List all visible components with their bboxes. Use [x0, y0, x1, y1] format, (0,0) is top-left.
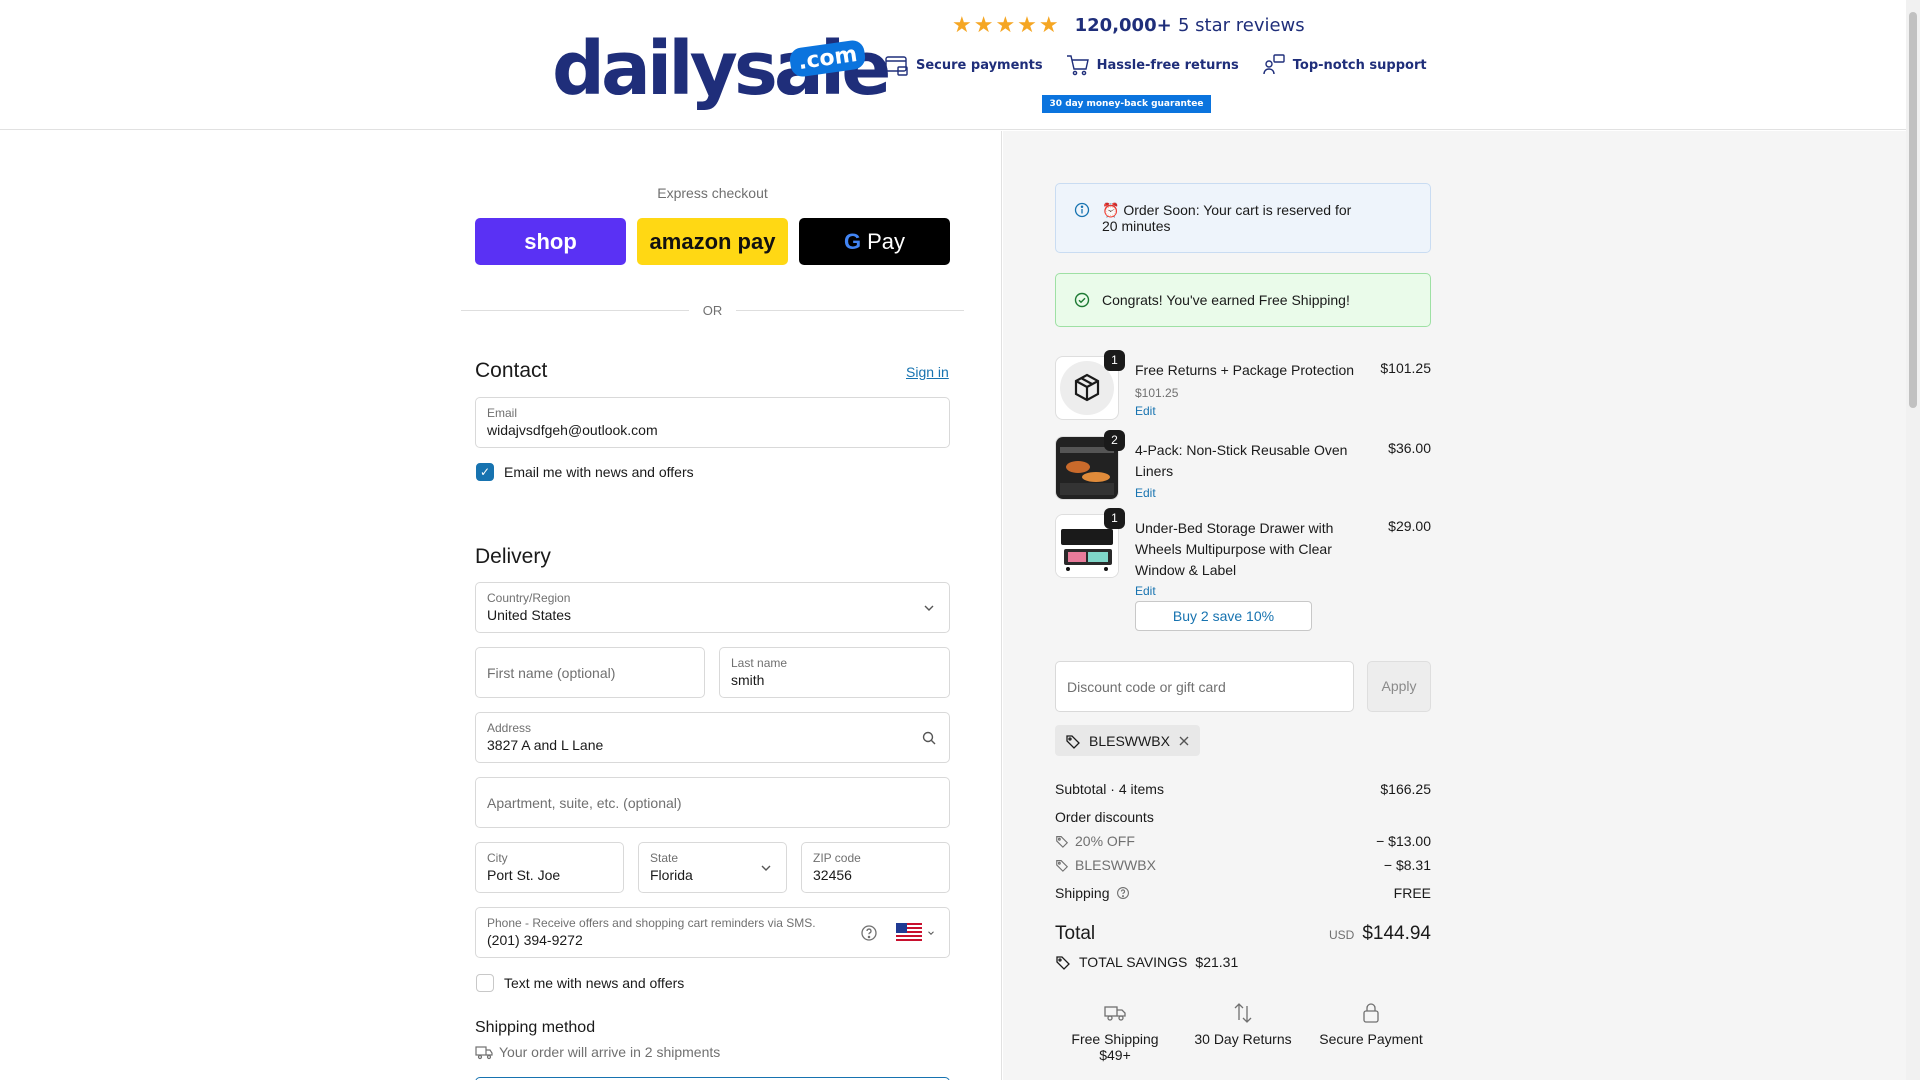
express-checkout-label: Express checkout [657, 185, 768, 201]
discount-row: BLESWWBX − $8.31 [1055, 857, 1431, 873]
tag-icon [1056, 860, 1069, 872]
trust-badges: Secure payments Hassle-free returns Top-… [884, 52, 1427, 78]
remove-discount-icon[interactable] [1178, 735, 1190, 747]
support-icon [1263, 54, 1285, 75]
country-code-select[interactable] [896, 923, 936, 943]
zip-field[interactable]: ZIP code 32456 [801, 842, 950, 893]
email-field[interactable]: Email widajvsdfgeh@outlook.com [475, 397, 950, 448]
phone-field[interactable]: Phone - Receive offers and shopping cart… [475, 907, 950, 958]
sms-news-checkbox-row[interactable]: Text me with news and offers [476, 974, 684, 992]
edit-item-link[interactable]: Edit [1135, 486, 1156, 500]
or-divider: OR [461, 303, 964, 318]
free-shipping-badge: Free Shipping $49+ [1055, 1001, 1175, 1063]
line-item: 1 Free Returns + Package Protection $101… [1055, 350, 1431, 426]
reviews-count: 120,000+ [1074, 14, 1172, 36]
badge-secure-payments: Secure payments [884, 52, 1043, 78]
help-icon[interactable] [860, 924, 878, 942]
last-name-field[interactable]: Last name smith [719, 647, 950, 698]
quantity-badge: 1 [1104, 350, 1125, 371]
line-item: 1 Under-Bed Storage Drawer with Wheels M… [1055, 508, 1431, 604]
check-circle-icon [1074, 292, 1090, 308]
applied-discount-chip: BLESWWBX [1055, 725, 1200, 756]
trust-footer: Free Shipping $49+ 30 Day Returns Secure… [1055, 1001, 1431, 1063]
lock-icon [1363, 1003, 1379, 1023]
google-icon: G [843, 228, 862, 254]
reviews-summary: ★★★★★ 120,000+ 5 star reviews [952, 12, 1305, 38]
apply-discount-button[interactable]: Apply [1367, 661, 1431, 712]
address-field[interactable]: Address 3827 A and L Lane [475, 712, 950, 763]
secure-payment-badge: Secure Payment [1311, 1001, 1431, 1063]
truck-icon [475, 1046, 493, 1060]
checkout-form: Express checkout shop amazon pay G Pay OR… [0, 131, 1002, 1080]
sms-news-checkbox[interactable] [476, 974, 494, 992]
cart-reserve-notice: ⏰ Order Soon: Your cart is reserved for … [1055, 183, 1431, 253]
edit-item-link[interactable]: Edit [1135, 404, 1156, 418]
email-news-checkbox[interactable]: ✓ [476, 463, 494, 481]
item-price: $36.00 [1388, 440, 1431, 456]
item-name: Free Returns + Package Protection [1135, 362, 1355, 378]
item-price: $29.00 [1388, 518, 1431, 534]
apartment-field[interactable]: Apartment, suite, etc. (optional) [475, 777, 950, 828]
total-savings-row: TOTAL SAVINGS $21.31 [1055, 954, 1431, 970]
cart-icon [1066, 55, 1089, 76]
bundle-upsell-button[interactable]: Buy 2 save 10% [1135, 601, 1312, 631]
express-checkout-buttons: shop amazon pay G Pay [475, 218, 950, 265]
shop-pay-button[interactable]: shop [475, 218, 626, 265]
country-select[interactable]: Country/Region United States [475, 582, 950, 633]
truck-icon [1104, 1006, 1126, 1021]
scrollbar-thumb[interactable] [1909, 12, 1917, 408]
shipping-row: Shipping FREE [1055, 885, 1431, 901]
tag-icon [1056, 836, 1069, 848]
order-discounts-row: Order discounts [1055, 809, 1154, 825]
page-scrollbar[interactable] [1906, 0, 1920, 1080]
dailysale-logo[interactable]: dailysale .com [552, 24, 891, 106]
item-unit-price: $101.25 [1135, 386, 1179, 400]
secure-payment-icon [885, 56, 908, 76]
tag-icon [1066, 734, 1080, 749]
swap-arrows-icon [1234, 1003, 1252, 1023]
money-back-guarantee: 30 day money-back guarantee [1042, 95, 1211, 113]
badge-top-notch-support: Top-notch support [1261, 52, 1427, 78]
reviews-suffix: 5 star reviews [1177, 14, 1305, 36]
delivery-heading: Delivery [475, 545, 551, 568]
info-icon [1074, 202, 1090, 218]
amazon-pay-button[interactable]: amazon pay [637, 218, 788, 265]
line-item: 2 4-Pack: Non-Stick Reusable Oven Liners… [1055, 430, 1431, 506]
shipping-note: Your order will arrive in 2 shipments [475, 1044, 720, 1060]
discount-row: 20% OFF − $13.00 [1055, 833, 1431, 849]
star-rating-icon: ★★★★★ [952, 12, 1061, 37]
google-pay-button[interactable]: G Pay [799, 218, 950, 265]
item-price: $101.25 [1380, 360, 1431, 376]
shipping-method-heading: Shipping method [475, 1019, 596, 1036]
returns-badge: 30 Day Returns [1183, 1001, 1303, 1063]
contact-heading: Contact [475, 359, 548, 382]
help-icon[interactable] [1116, 886, 1130, 900]
subtotal-row: Subtotal · 4 items $166.25 [1055, 781, 1431, 797]
free-shipping-notice: Congrats! You've earned Free Shipping! [1055, 273, 1431, 327]
item-name: 4-Pack: Non-Stick Reusable Oven Liners [1135, 442, 1348, 479]
state-select[interactable]: State Florida [638, 842, 787, 893]
sign-in-link[interactable]: Sign in [906, 364, 949, 380]
first-name-field[interactable]: First name (optional) [475, 647, 705, 698]
quantity-badge: 1 [1104, 508, 1125, 529]
chevron-down-icon [924, 605, 934, 611]
site-header: dailysale .com ★★★★★ 120,000+ 5 star rev… [0, 0, 1906, 130]
tag-icon [1056, 956, 1070, 970]
email-news-checkbox-row[interactable]: ✓ Email me with news and offers [476, 463, 694, 481]
chevron-down-icon [761, 865, 771, 871]
chevron-down-icon [928, 931, 934, 935]
us-flag-icon [896, 923, 922, 943]
discount-code-input[interactable]: Discount code or gift card [1055, 661, 1354, 712]
quantity-badge: 2 [1104, 430, 1125, 451]
badge-hassle-free-returns: Hassle-free returns [1065, 52, 1239, 78]
item-name: Under-Bed Storage Drawer with Wheels Mul… [1135, 520, 1334, 578]
total-row: Total USD $144.94 [1055, 923, 1431, 944]
city-field[interactable]: City Port St. Joe [475, 842, 624, 893]
order-summary: ⏰ Order Soon: Your cart is reserved for … [1003, 131, 1906, 1080]
search-icon [922, 731, 936, 745]
edit-item-link[interactable]: Edit [1135, 584, 1156, 598]
